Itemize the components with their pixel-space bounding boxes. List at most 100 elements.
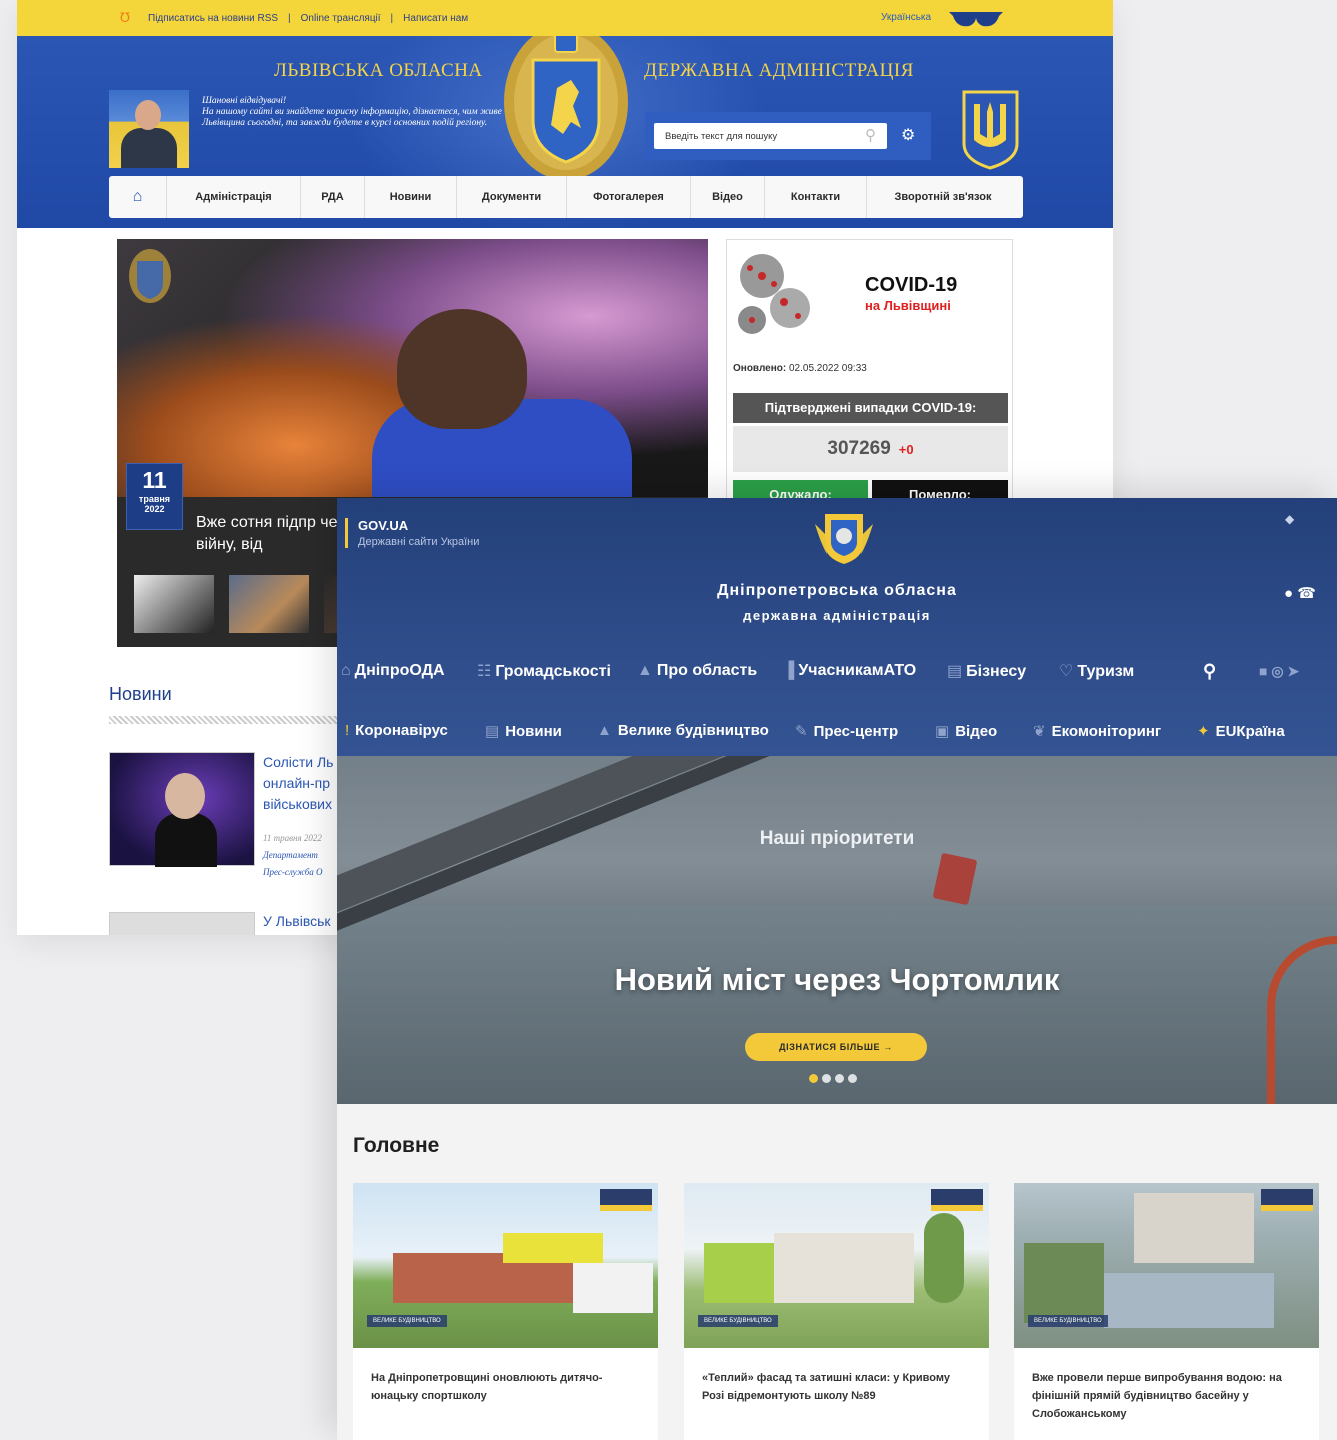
chat-icon[interactable]: ●: [1284, 585, 1293, 602]
dnipro-header: GOV.UA Державні сайти України Дніпропетр…: [337, 498, 1337, 756]
news-card[interactable]: ВЕЛИКЕ БУДІВНИЦТВО На Дніпропетровщині о…: [353, 1183, 658, 1440]
nav-item-label: Відео: [955, 723, 998, 740]
search-input[interactable]: Введіть текст для пошуку: [654, 123, 887, 149]
lviv-coat-of-arms-icon[interactable]: [499, 36, 633, 182]
gov-ua-subtitle: Державні сайти України: [358, 536, 480, 548]
alert-icon: !: [345, 722, 350, 739]
nav-item-press-center[interactable]: ✎ Прес-центр: [795, 722, 898, 740]
news-card-title[interactable]: Вже провели перше випробування водою: на…: [1032, 1369, 1302, 1423]
news-image-figure: [155, 813, 217, 867]
news-item-image[interactable]: [109, 752, 255, 867]
write-us-link[interactable]: Написати нам: [403, 13, 468, 24]
slider-thumbnail[interactable]: [229, 575, 309, 633]
main-section: Головне ВЕЛИКЕ БУДІВНИЦТВО На Дніпропетр…: [337, 1104, 1337, 1440]
construction-badge-icon: [931, 1189, 983, 1211]
facebook-icon[interactable]: ■: [1259, 663, 1267, 679]
coronavirus-icon: [738, 254, 810, 334]
nav-item-rda[interactable]: РДА: [301, 176, 365, 218]
separator: |: [288, 12, 291, 24]
avatar-face: [135, 100, 161, 130]
news-card-title[interactable]: На Дніпропетровщині оновлюють дитячо-юна…: [371, 1369, 641, 1405]
covid-confirmed-count: 307269: [827, 438, 891, 459]
covid-updated-label: Оновлено:: [733, 363, 787, 374]
nav-item-gallery[interactable]: Фотогалерея: [567, 176, 691, 218]
news-card-tag[interactable]: ВЕЛИКЕ БУДІВНИЦТВО: [698, 1315, 778, 1327]
home-icon[interactable]: ⌂: [109, 176, 167, 218]
nav-item-documents[interactable]: Документи: [457, 176, 567, 218]
briefcase-icon: ▤: [947, 663, 963, 680]
governor-avatar[interactable]: [109, 90, 189, 168]
people-icon: ☷: [477, 663, 492, 680]
news-item-title[interactable]: У Львівськ: [263, 913, 331, 929]
nav-item-about-region[interactable]: ▲ Про область: [637, 662, 757, 680]
lviv-top-bar: ℧ Підписатись на новини RSS | Online тра…: [17, 0, 1113, 36]
greeting-title: Шановні відвідувачі!: [202, 96, 287, 106]
nav-item-big-construction[interactable]: ▲ Велике будівництво: [597, 722, 769, 739]
nav-item-feedback[interactable]: Зворотній зв'язок: [867, 176, 1019, 218]
nav-item-label: Велике будівництво: [617, 722, 769, 739]
online-link[interactable]: Online трансляції: [301, 13, 381, 24]
search-icon[interactable]: ⚲: [1203, 661, 1216, 682]
news-card[interactable]: ВЕЛИКЕ БУДІВНИЦТВО «Теплий» фасад та зат…: [684, 1183, 989, 1440]
site-title-line1: Дніпропетровська обласна: [717, 582, 957, 599]
nav-item-public[interactable]: ☷ Громадськості: [477, 661, 611, 681]
nav-item-ato[interactable]: ▐ УчасникамАТО: [783, 662, 916, 680]
gear-icon[interactable]: ⚙: [901, 125, 915, 145]
slider-dot[interactable]: [848, 1074, 857, 1083]
nav-item-business[interactable]: ▤ Бізнесу: [947, 661, 1026, 681]
nav-item-video[interactable]: Відео: [691, 176, 765, 218]
construction-icon: ▲: [597, 722, 612, 739]
stars-icon: ✦: [1197, 723, 1210, 740]
hero-slider[interactable]: Наші пріоритети Новий міст через Чортомл…: [337, 756, 1337, 1104]
nav-item-label: Екомоніторинг: [1051, 723, 1162, 740]
telegram-icon[interactable]: ➤: [1287, 663, 1299, 679]
nav-item-eco-monitoring[interactable]: ❦ Екомоніторинг: [1033, 722, 1161, 740]
covid-updated-value: 02.05.2022 09:33: [788, 363, 867, 374]
nav-item-label: Про область: [656, 662, 758, 679]
nav-item-administration[interactable]: Адміністрація: [167, 176, 301, 218]
search-icon[interactable]: ⚲: [865, 126, 876, 144]
nav-item-contacts[interactable]: Контакти: [765, 176, 867, 218]
instagram-icon[interactable]: ◎: [1271, 663, 1283, 679]
contact-icons[interactable]: ● ☎: [1284, 584, 1316, 602]
covid-confirmed-delta: +0: [898, 442, 914, 457]
slider-dot[interactable]: [809, 1074, 818, 1083]
news-card-tag[interactable]: ВЕЛИКЕ БУДІВНИЦТВО: [367, 1315, 447, 1327]
news-item-image[interactable]: [109, 912, 255, 935]
greeting-body: На нашому сайті ви знайдете корисну інфо…: [202, 107, 502, 128]
nav-item-coronavirus[interactable]: ! Коронавірус: [345, 722, 448, 739]
news-card-tag[interactable]: ВЕЛИКЕ БУДІВНИЦТВО: [1028, 1315, 1108, 1327]
news-card-title[interactable]: «Теплий» фасад та затишні класи: у Криво…: [702, 1369, 972, 1405]
accessibility-glasses-icon[interactable]: [947, 8, 1005, 30]
building-shape: [704, 1243, 784, 1303]
nav-item-news[interactable]: Новини: [365, 176, 457, 218]
news-card[interactable]: ВЕЛИКЕ БУДІВНИЦТВО Вже провели перше вип…: [1014, 1183, 1319, 1440]
newspaper-icon: ▤: [485, 723, 500, 740]
nav-item-eu-ukraine[interactable]: ✦ EUКраїна: [1197, 722, 1285, 740]
social-icons[interactable]: ■ ◎ ➤: [1259, 663, 1299, 680]
slider-dot[interactable]: [835, 1074, 844, 1083]
rss-link[interactable]: Підписатись на новини RSS: [148, 13, 278, 24]
slider-dot[interactable]: [822, 1074, 831, 1083]
covid-widget[interactable]: COVID-19 на Львівщині Оновлено: 02.05.20…: [726, 239, 1013, 503]
nav-item-label: Громадськості: [495, 663, 611, 680]
nav-item-video[interactable]: ▣ Відео: [935, 722, 997, 740]
building-roof-shape: [503, 1233, 603, 1263]
slider-thumbnail[interactable]: [134, 575, 214, 633]
learn-more-button[interactable]: ДІЗНАТИСЯ БІЛЬШЕ →: [745, 1033, 927, 1061]
main-heading: Головне: [353, 1134, 440, 1157]
rss-icon[interactable]: ℧: [120, 11, 132, 24]
covid-confirmed-box: 307269 +0: [733, 426, 1008, 472]
gov-ua-link[interactable]: GOV.UA Державні сайти України: [345, 518, 479, 548]
nav-item-news[interactable]: ▤ Новини: [485, 722, 562, 740]
nav-item-dniprooda[interactable]: ⌂ ДніпроОДА: [341, 662, 445, 680]
dnipro-coat-of-arms-icon[interactable]: [811, 504, 877, 566]
phone-icon[interactable]: ☎: [1297, 585, 1316, 602]
covid-confirmed-label: Підтверджені випадки COVID-19:: [733, 393, 1008, 423]
language-switch[interactable]: Українська: [881, 12, 931, 23]
news-heading: Новини: [109, 684, 172, 704]
slider-dots: [809, 1074, 857, 1083]
nav-item-tourism[interactable]: ♡ Туризм: [1059, 661, 1134, 681]
news-image-face: [165, 773, 205, 819]
accessibility-eye-icon[interactable]: ◆: [1285, 512, 1294, 526]
